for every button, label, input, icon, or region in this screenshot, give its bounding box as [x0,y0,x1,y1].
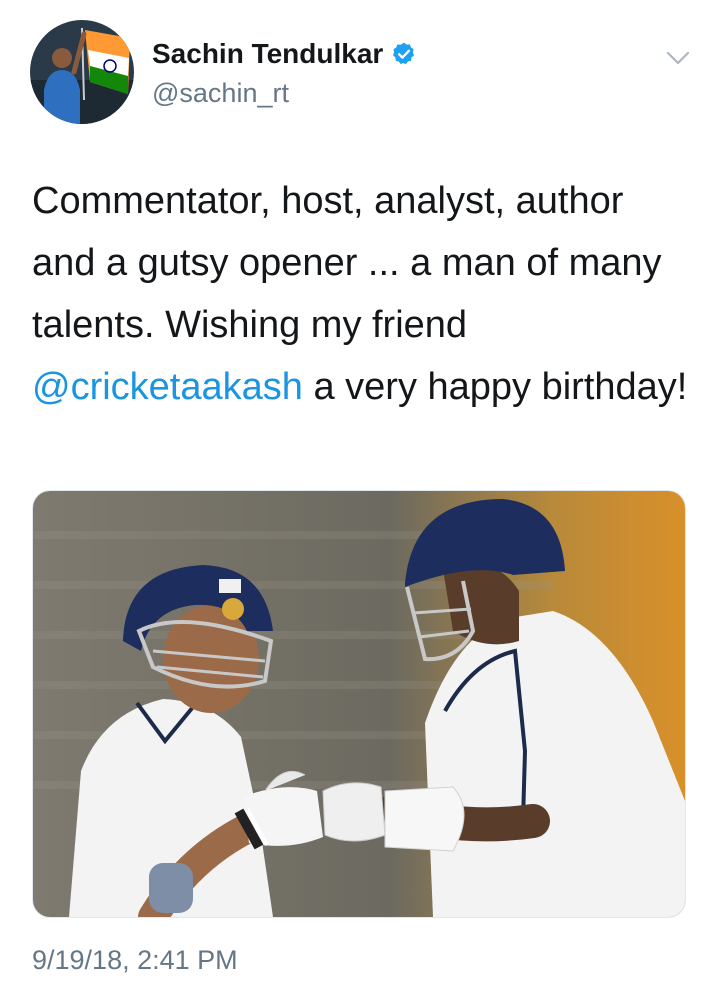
mention-link[interactable]: @cricketaakash [32,366,303,408]
tweet-media-photo[interactable] [32,490,686,918]
avatar-image [30,20,134,124]
author-handle[interactable]: @sachin_rt [152,78,289,109]
verified-badge-icon [391,41,417,67]
photo-image [33,491,685,917]
tweet-timestamp[interactable]: 9/19/18, 2:41 PM [32,945,238,976]
chevron-down-icon[interactable] [664,48,692,68]
tweet-text: Commentator, host, analyst, author and a… [32,170,696,418]
tweet-text-part-1: Commentator, host, analyst, author and a… [32,180,662,346]
tweet-text-part-2: a very happy birthday! [302,366,688,408]
author-avatar[interactable] [30,20,134,124]
author-display-name[interactable]: Sachin Tendulkar [152,38,383,70]
author-name-row[interactable]: Sachin Tendulkar [152,38,417,70]
